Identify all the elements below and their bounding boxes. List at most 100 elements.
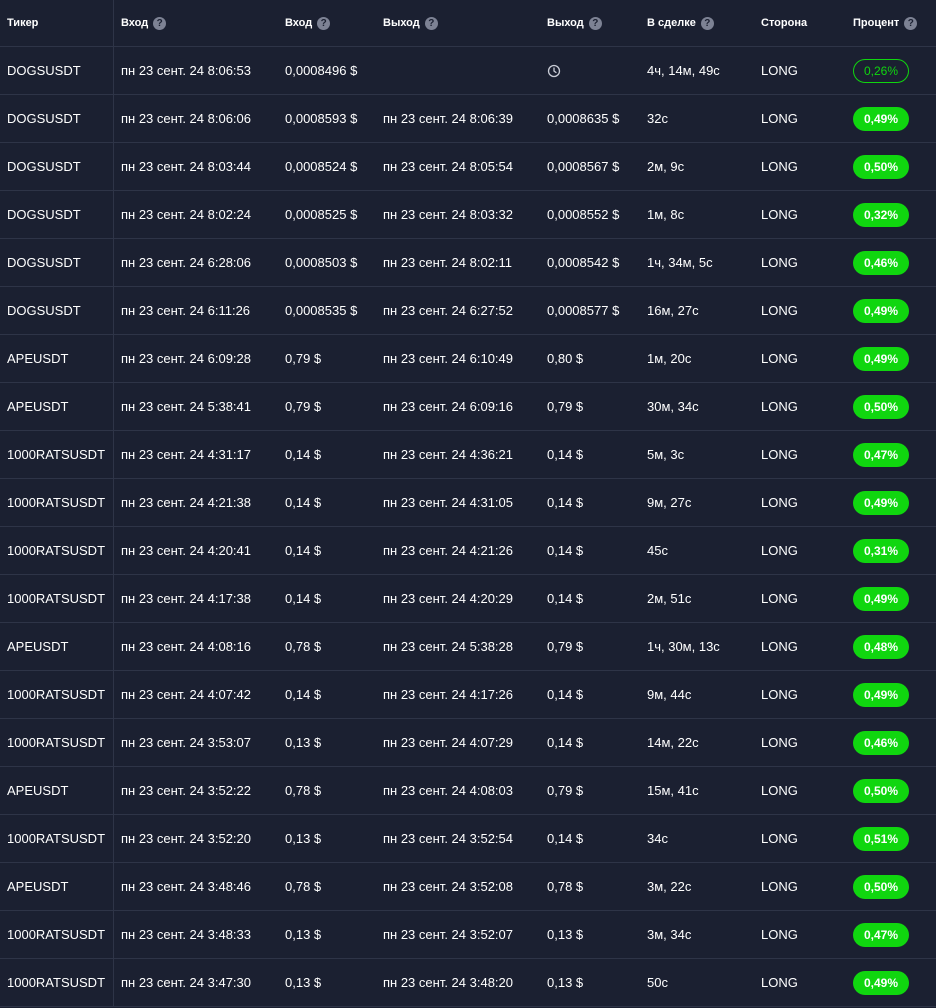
cell-duration: 2м, 51с (647, 591, 692, 606)
help-icon[interactable]: ? (904, 16, 918, 30)
cell-exit-price-text: 0,14 $ (547, 735, 584, 750)
cell-exit-time: пн 23 сент. 24 8:05:54 (383, 159, 513, 174)
cell-percent: 0,49% (846, 575, 936, 622)
table-row[interactable]: 1000RATSUSDT пн 23 сент. 24 4:21:38 0,14… (0, 479, 936, 527)
header-entry-price[interactable]: Вход? (278, 0, 376, 46)
help-icon[interactable]: ? (424, 16, 438, 30)
cell-exit-price-text: 0,13 $ (547, 927, 584, 942)
cell-exit-price-text: 0,78 $ (547, 879, 584, 894)
percent-badge: 0,49% (853, 682, 909, 707)
help-icon[interactable]: ? (153, 16, 167, 30)
cell-exit-price: 0,13 $ (540, 959, 640, 1006)
table-row[interactable]: APEUSDT пн 23 сент. 24 5:38:41 0,79 $ пн… (0, 383, 936, 431)
table-row[interactable]: DOGSUSDT пн 23 сент. 24 8:03:44 0,000852… (0, 143, 936, 191)
header-entry-price-label: Вход (285, 17, 313, 29)
cell-exit-price-text: 0,0008635 $ (547, 111, 620, 126)
table-row[interactable]: APEUSDT пн 23 сент. 24 4:08:16 0,78 $ пн… (0, 623, 936, 671)
help-icon[interactable]: ? (700, 16, 714, 30)
cell-duration: 1ч, 34м, 5с (647, 255, 713, 270)
table-row[interactable]: DOGSUSDT пн 23 сент. 24 8:06:06 0,000859… (0, 95, 936, 143)
header-exit-time[interactable]: Выход? (376, 0, 540, 46)
cell-percent: 0,47% (846, 911, 936, 958)
cell-entry-time: пн 23 сент. 24 4:08:16 (121, 639, 251, 654)
percent-badge: 0,49% (853, 490, 909, 515)
cell-exit-time: пн 23 сент. 24 4:36:21 (383, 447, 513, 462)
table-row[interactable]: APEUSDT пн 23 сент. 24 3:48:46 0,78 $ пн… (0, 863, 936, 911)
cell-duration: 15м, 41с (647, 783, 699, 798)
header-exit-price[interactable]: Выход? (540, 0, 640, 46)
help-icon[interactable]: ? (317, 16, 331, 30)
cell-exit-price-text: 0,14 $ (547, 543, 584, 558)
cell-percent: 0,32% (846, 191, 936, 238)
table-row[interactable]: DOGSUSDT пн 23 сент. 24 8:06:53 0,000849… (0, 47, 936, 95)
cell-exit-price: 0,78 $ (540, 863, 640, 910)
cell-exit-price: 0,13 $ (540, 911, 640, 958)
cell-exit-price: 0,14 $ (540, 815, 640, 862)
header-duration[interactable]: В сделке? (640, 0, 754, 46)
cell-percent: 0,26% (846, 47, 936, 94)
cell-ticker: 1000RATSUSDT (0, 959, 114, 1006)
cell-exit-price-text: 0,14 $ (547, 687, 584, 702)
table-row[interactable]: DOGSUSDT пн 23 сент. 24 6:11:26 0,000853… (0, 287, 936, 335)
cell-percent: 0,49% (846, 959, 936, 1006)
cell-side: LONG (761, 927, 798, 942)
percent-badge: 0,50% (853, 778, 909, 803)
header-entry-time-label: Вход (121, 17, 149, 29)
cell-side: LONG (761, 591, 798, 606)
table-row[interactable]: 1000RATSUSDT пн 23 сент. 24 4:20:41 0,14… (0, 527, 936, 575)
cell-entry-time: пн 23 сент. 24 6:11:26 (121, 303, 251, 318)
cell-exit-time: пн 23 сент. 24 6:10:49 (383, 351, 513, 366)
header-entry-time[interactable]: Вход? (114, 0, 278, 46)
header-ticker[interactable]: Тикер (0, 0, 114, 46)
cell-exit-price: 0,79 $ (540, 767, 640, 814)
cell-duration: 14м, 22с (647, 735, 699, 750)
table-row[interactable]: 1000RATSUSDT пн 23 сент. 24 4:07:42 0,14… (0, 671, 936, 719)
header-side[interactable]: Сторона (754, 0, 846, 46)
cell-entry-price: 0,0008503 $ (285, 255, 358, 270)
cell-entry-price: 0,78 $ (285, 879, 322, 894)
table-row[interactable]: 1000RATSUSDT пн 23 сент. 24 3:47:30 0,13… (0, 959, 936, 1007)
cell-side: LONG (761, 543, 798, 558)
cell-exit-price-text: 0,13 $ (547, 975, 584, 990)
cell-duration: 9м, 44с (647, 687, 692, 702)
header-percent[interactable]: Процент? (846, 0, 936, 46)
table-row[interactable]: APEUSDT пн 23 сент. 24 3:52:22 0,78 $ пн… (0, 767, 936, 815)
cell-side: LONG (761, 399, 798, 414)
help-icon[interactable]: ? (588, 16, 602, 30)
cell-exit-price-text: 0,79 $ (547, 639, 584, 654)
table-row[interactable]: 1000RATSUSDT пн 23 сент. 24 4:31:17 0,14… (0, 431, 936, 479)
cell-exit-price: 0,14 $ (540, 671, 640, 718)
cell-exit-time: пн 23 сент. 24 8:03:32 (383, 207, 513, 222)
table-row[interactable]: 1000RATSUSDT пн 23 сент. 24 3:52:20 0,13… (0, 815, 936, 863)
cell-side: LONG (761, 639, 798, 654)
table-row[interactable]: APEUSDT пн 23 сент. 24 6:09:28 0,79 $ пн… (0, 335, 936, 383)
cell-entry-price: 0,14 $ (285, 543, 322, 558)
cell-exit-time: пн 23 сент. 24 4:21:26 (383, 543, 513, 558)
cell-exit-price: 0,14 $ (540, 527, 640, 574)
cell-entry-price: 0,79 $ (285, 399, 322, 414)
table-row[interactable]: 1000RATSUSDT пн 23 сент. 24 3:53:07 0,13… (0, 719, 936, 767)
cell-exit-price-text: 0,0008577 $ (547, 303, 620, 318)
cell-exit-time: пн 23 сент. 24 8:06:39 (383, 111, 513, 126)
cell-ticker: 1000RATSUSDT (0, 719, 114, 766)
cell-exit-price-text: 0,14 $ (547, 447, 584, 462)
cell-entry-time: пн 23 сент. 24 4:07:42 (121, 687, 251, 702)
cell-percent: 0,47% (846, 431, 936, 478)
table-row[interactable]: DOGSUSDT пн 23 сент. 24 8:02:24 0,000852… (0, 191, 936, 239)
table-row[interactable]: 1000RATSUSDT пн 23 сент. 24 4:17:38 0,14… (0, 575, 936, 623)
cell-ticker: APEUSDT (0, 383, 114, 430)
trades-table: Тикер Вход? Вход? Выход? Выход? В сделке… (0, 0, 936, 1007)
table-row[interactable]: DOGSUSDT пн 23 сент. 24 6:28:06 0,000850… (0, 239, 936, 287)
table-row[interactable]: 1000RATSUSDT пн 23 сент. 24 3:48:33 0,13… (0, 911, 936, 959)
cell-side: LONG (761, 255, 798, 270)
cell-side: LONG (761, 495, 798, 510)
cell-entry-time: пн 23 сент. 24 8:06:06 (121, 111, 251, 126)
cell-side: LONG (761, 687, 798, 702)
cell-ticker: APEUSDT (0, 863, 114, 910)
percent-badge: 0,49% (853, 586, 909, 611)
cell-exit-time (376, 47, 540, 94)
cell-entry-time: пн 23 сент. 24 4:31:17 (121, 447, 251, 462)
cell-side: LONG (761, 879, 798, 894)
header-exit-price-label: Выход (547, 17, 584, 29)
cell-ticker: DOGSUSDT (0, 143, 114, 190)
